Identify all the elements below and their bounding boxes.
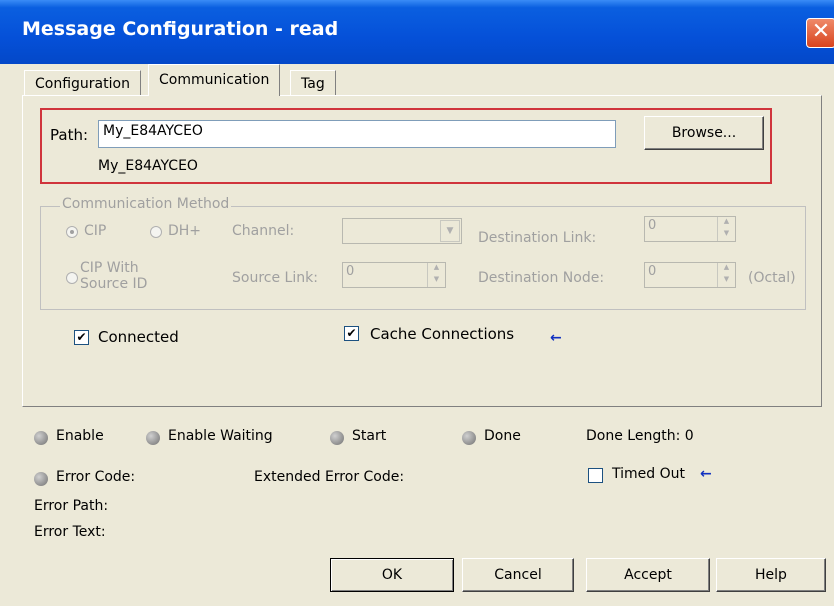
done-label: Done bbox=[484, 428, 521, 444]
destination-node-field[interactable]: 0 ▲ ▼ bbox=[644, 262, 736, 288]
start-label: Start bbox=[352, 428, 387, 444]
source-link-spinner[interactable]: ▲ ▼ bbox=[427, 263, 445, 287]
cip-source-id-label: CIP With Source ID bbox=[80, 260, 147, 292]
destination-node-value: 0 bbox=[648, 264, 657, 279]
cip-source-id-radio[interactable] bbox=[66, 272, 78, 284]
destination-link-value: 0 bbox=[648, 218, 657, 233]
error-code-status-icon bbox=[34, 472, 48, 486]
error-path-label: Error Path: bbox=[34, 498, 109, 514]
timed-out-checkbox[interactable] bbox=[588, 468, 603, 483]
channel-select[interactable]: ▼ bbox=[342, 218, 462, 244]
close-button[interactable]: ✕ bbox=[806, 18, 834, 48]
channel-label: Channel: bbox=[232, 223, 295, 239]
chevron-down-icon: ▼ bbox=[440, 220, 460, 242]
done-length-label: Done Length: 0 bbox=[586, 428, 694, 444]
octal-label: (Octal) bbox=[748, 270, 796, 286]
connected-label: Connected bbox=[98, 328, 179, 346]
window-title: Message Configuration - read bbox=[22, 18, 339, 40]
cache-connections-checkbox[interactable]: ✔ bbox=[344, 326, 359, 341]
cancel-button[interactable]: Cancel bbox=[462, 558, 574, 592]
path-resolved-text: My_E84AYCEO bbox=[98, 158, 198, 174]
destination-link-spinner[interactable]: ▲ ▼ bbox=[717, 217, 735, 241]
arrow-left-icon: ← bbox=[700, 466, 712, 482]
enable-label: Enable bbox=[56, 428, 104, 444]
check-icon: ✔ bbox=[346, 326, 357, 340]
dhplus-radio[interactable] bbox=[150, 226, 162, 238]
error-text-label: Error Text: bbox=[34, 524, 106, 540]
help-button[interactable]: Help bbox=[716, 558, 826, 592]
destination-link-field[interactable]: 0 ▲ ▼ bbox=[644, 216, 736, 242]
destination-node-label: Destination Node: bbox=[478, 270, 605, 286]
tab-tag[interactable]: Tag bbox=[290, 70, 336, 96]
path-input[interactable]: My_E84AYCEO bbox=[98, 120, 616, 148]
cip-radio[interactable] bbox=[66, 226, 78, 238]
cip-source-line1: CIP With bbox=[80, 260, 139, 276]
cip-label: CIP bbox=[84, 223, 107, 239]
enable-waiting-status-icon bbox=[146, 431, 160, 445]
path-label: Path: bbox=[50, 126, 89, 144]
connected-checkbox[interactable]: ✔ bbox=[74, 330, 89, 345]
accept-button[interactable]: Accept bbox=[586, 558, 710, 592]
browse-button[interactable]: Browse... bbox=[644, 116, 764, 150]
tab-communication[interactable]: Communication bbox=[148, 64, 281, 96]
destination-node-spinner[interactable]: ▲ ▼ bbox=[717, 263, 735, 287]
enable-waiting-label: Enable Waiting bbox=[168, 428, 273, 444]
close-icon: ✕ bbox=[811, 19, 831, 44]
arrow-left-icon: ← bbox=[550, 330, 562, 346]
cache-connections-label: Cache Connections bbox=[370, 325, 515, 343]
destination-link-label: Destination Link: bbox=[478, 230, 597, 246]
communication-method-label: Communication Method bbox=[60, 196, 232, 212]
error-code-label: Error Code: bbox=[56, 469, 136, 485]
extended-error-code-label: Extended Error Code: bbox=[254, 469, 405, 485]
ok-button[interactable]: OK bbox=[330, 558, 454, 592]
timed-out-label: Timed Out bbox=[612, 466, 685, 482]
tab-configuration[interactable]: Configuration bbox=[24, 70, 141, 96]
cip-source-line2: Source ID bbox=[80, 276, 148, 292]
done-status-icon bbox=[462, 431, 476, 445]
source-link-label: Source Link: bbox=[232, 270, 318, 286]
start-status-icon bbox=[330, 431, 344, 445]
check-icon: ✔ bbox=[76, 330, 87, 344]
enable-status-icon bbox=[34, 431, 48, 445]
source-link-value: 0 bbox=[346, 264, 355, 279]
source-link-field[interactable]: 0 ▲ ▼ bbox=[342, 262, 446, 288]
dhplus-label: DH+ bbox=[168, 223, 202, 239]
